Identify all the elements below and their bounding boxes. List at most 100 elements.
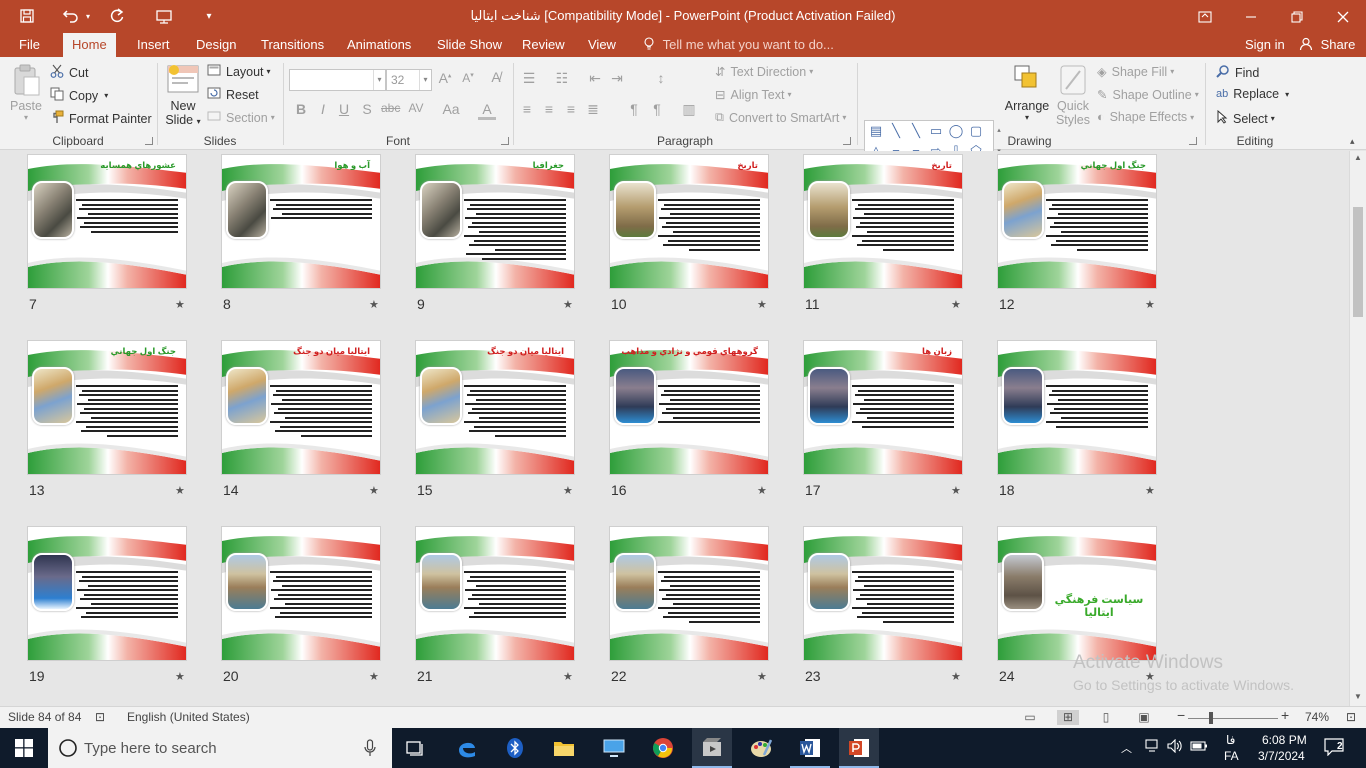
windows-start-icon[interactable] — [0, 728, 48, 768]
font-size-combo[interactable]: 32 ▾ — [386, 69, 432, 91]
slide-animation-star-icon[interactable]: ★ — [1145, 298, 1155, 311]
powerpoint-app-icon[interactable] — [839, 728, 879, 768]
bold-icon[interactable]: B — [292, 101, 310, 117]
slide-animation-star-icon[interactable]: ★ — [369, 298, 379, 311]
taskbar-search-box[interactable]: Type here to search — [48, 728, 392, 768]
clear-formatting-icon[interactable]: A̸ — [487, 69, 505, 85]
paste-button[interactable]: Paste ▾ — [8, 63, 44, 122]
slide-thumbnail[interactable] — [415, 526, 575, 661]
cut-button[interactable]: Cut — [50, 64, 88, 81]
microphone-icon[interactable] — [364, 739, 376, 760]
slide-thumbnail[interactable]: گروههاي قومي و نژادي و مذاهب — [609, 340, 769, 475]
task-view-icon[interactable] — [396, 728, 436, 768]
slide-animation-star-icon[interactable]: ★ — [175, 670, 185, 683]
right-to-left-icon[interactable]: ¶ — [648, 101, 666, 117]
reset-button[interactable]: Reset — [207, 87, 259, 102]
change-case-icon[interactable]: Aa — [442, 101, 460, 117]
normal-view-icon[interactable]: ▭ — [1019, 710, 1041, 725]
drawing-launcher-icon[interactable] — [1189, 137, 1197, 145]
slide-thumbnail[interactable]: جنگ اول جهاني — [997, 154, 1157, 289]
slide-animation-star-icon[interactable]: ★ — [951, 670, 961, 683]
line-spacing-icon[interactable]: ↕ — [652, 70, 670, 86]
clock-time[interactable]: 6:08 PM — [1262, 733, 1307, 747]
edge-browser-icon[interactable] — [447, 728, 487, 768]
tab-animations[interactable]: Animations — [338, 33, 420, 57]
input-language-top[interactable]: فا — [1226, 733, 1235, 747]
input-language-bottom[interactable]: FA — [1224, 749, 1239, 763]
slide-thumbnail[interactable]: جنگ اول جهاني — [27, 340, 187, 475]
network-icon[interactable] — [1145, 739, 1161, 756]
font-launcher-icon[interactable] — [501, 137, 509, 145]
slide-thumbnail[interactable] — [997, 340, 1157, 475]
tab-home[interactable]: Home — [63, 33, 116, 57]
shape-fill-button[interactable]: ◈ Shape Fill ▾ — [1097, 64, 1174, 80]
chrome-browser-icon[interactable] — [643, 728, 683, 768]
paragraph-launcher-icon[interactable] — [843, 137, 851, 145]
tab-review[interactable]: Review — [513, 33, 574, 57]
decrease-font-size-icon[interactable]: A▾ — [459, 71, 477, 85]
restore-icon[interactable] — [1274, 0, 1320, 33]
scroll-up-arrow-icon[interactable]: ▲ — [1350, 151, 1366, 165]
align-left-icon[interactable]: ≡ — [518, 101, 536, 117]
bluetooth-app-icon[interactable] — [495, 728, 535, 768]
slide-animation-star-icon[interactable]: ★ — [563, 484, 573, 497]
slide-thumbnail[interactable]: عشورهاي همسايه — [27, 154, 187, 289]
customize-toolbar-icon[interactable]: ▾ — [195, 4, 223, 28]
tab-design[interactable]: Design — [187, 33, 245, 57]
clipboard-launcher-icon[interactable] — [145, 137, 153, 145]
slide-show-view-icon[interactable]: ▣ — [1133, 710, 1155, 725]
slide-thumbnail[interactable] — [221, 526, 381, 661]
slide-thumbnail[interactable]: زبان ها — [803, 340, 963, 475]
increase-font-size-icon[interactable]: A▴ — [436, 70, 454, 86]
word-app-icon[interactable] — [790, 728, 830, 768]
volume-icon[interactable] — [1167, 738, 1183, 756]
slide-thumbnail[interactable]: آب و هوا — [221, 154, 381, 289]
slide-animation-star-icon[interactable]: ★ — [757, 298, 767, 311]
strikethrough-icon[interactable]: abc — [381, 101, 400, 115]
tab-view[interactable]: View — [579, 33, 625, 57]
slide-animation-star-icon[interactable]: ★ — [951, 298, 961, 311]
columns-icon[interactable]: ▥ — [680, 101, 698, 118]
font-color-icon[interactable]: A — [478, 101, 496, 120]
format-painter-button[interactable]: Format Painter — [50, 110, 152, 127]
left-to-right-icon[interactable]: ¶ — [625, 101, 643, 117]
numbering-icon[interactable]: ☷ — [553, 70, 571, 87]
slide-thumbnail[interactable] — [803, 526, 963, 661]
zoom-slider-track[interactable] — [1188, 718, 1278, 719]
align-text-button[interactable]: ⊟ Align Text ▾ — [715, 87, 791, 103]
align-right-icon[interactable]: ≡ — [562, 101, 580, 117]
replace-button[interactable]: ab Replace ▾ — [1216, 87, 1289, 101]
slide-animation-star-icon[interactable]: ★ — [369, 484, 379, 497]
collapse-ribbon-icon[interactable]: ▴ — [1350, 136, 1355, 147]
underline-icon[interactable]: U — [335, 101, 353, 117]
reading-view-icon[interactable]: ▯ — [1095, 710, 1117, 725]
layout-button[interactable]: Layout ▾ — [207, 64, 271, 79]
zoom-slider-knob[interactable] — [1209, 712, 1213, 724]
redo-icon[interactable] — [103, 4, 131, 28]
media-app-icon[interactable] — [692, 728, 732, 768]
tab-insert[interactable]: Insert — [128, 33, 179, 57]
scrollbar-thumb[interactable] — [1353, 207, 1363, 317]
text-shadow-icon[interactable]: S — [358, 101, 376, 117]
find-button[interactable]: Find — [1216, 64, 1259, 81]
slide-animation-star-icon[interactable]: ★ — [369, 670, 379, 683]
section-button[interactable]: Section ▾ — [207, 110, 275, 125]
slide-thumbnail[interactable]: تاريخ — [803, 154, 963, 289]
arrange-button[interactable]: Arrange ▾ — [1004, 63, 1050, 122]
ribbon-display-options-icon[interactable] — [1182, 0, 1228, 33]
copy-button[interactable]: Copy ▾ — [50, 87, 108, 104]
slide-animation-star-icon[interactable]: ★ — [175, 298, 185, 311]
bullets-icon[interactable]: ☰ — [520, 70, 538, 87]
slide-thumbnail[interactable]: جغرافيا — [415, 154, 575, 289]
language-indicator[interactable]: English (United States) — [127, 710, 250, 724]
tab-transitions[interactable]: Transitions — [252, 33, 333, 57]
slide-thumbnail[interactable]: تاريخ — [609, 154, 769, 289]
slide-animation-star-icon[interactable]: ★ — [951, 484, 961, 497]
minimize-icon[interactable] — [1228, 0, 1274, 33]
increase-indent-icon[interactable]: ⇥ — [608, 70, 626, 87]
zoom-in-icon[interactable]: + — [1281, 707, 1289, 723]
zoom-level[interactable]: 74% — [1305, 710, 1329, 724]
fit-to-window-icon[interactable]: ⊡ — [1346, 710, 1356, 724]
slide-animation-star-icon[interactable]: ★ — [1145, 484, 1155, 497]
slide-animation-star-icon[interactable]: ★ — [757, 484, 767, 497]
